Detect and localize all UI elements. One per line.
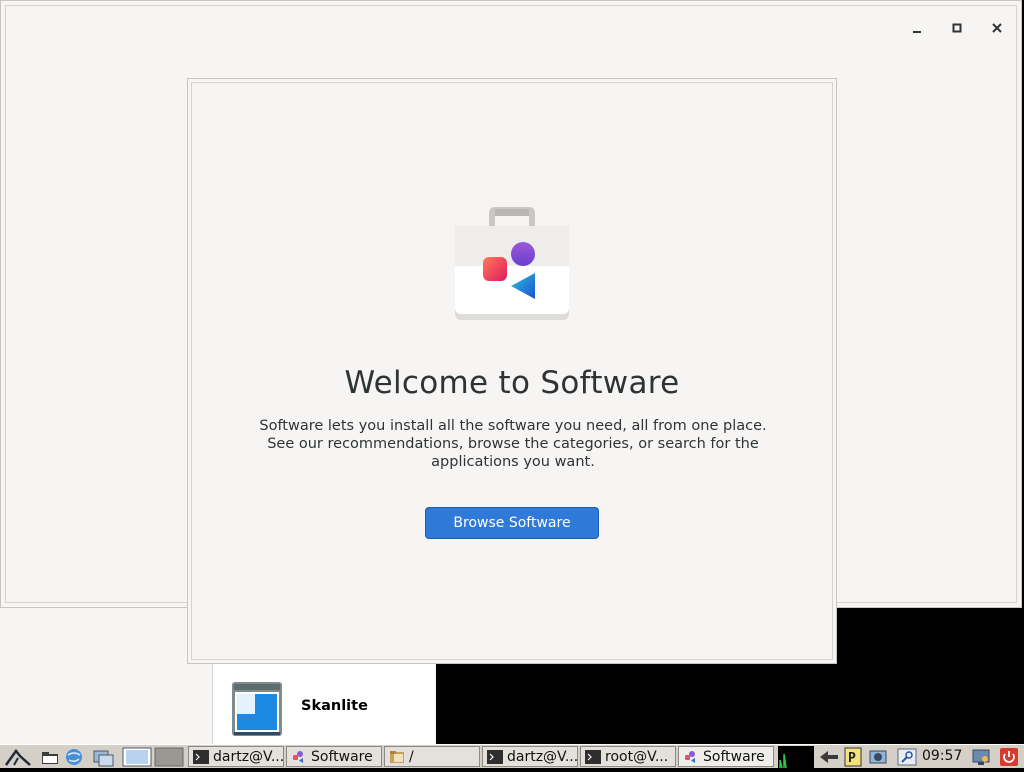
terminal-icon bbox=[487, 749, 503, 764]
workspace-2-icon[interactable] bbox=[154, 747, 184, 767]
start-menu-icon[interactable] bbox=[4, 747, 31, 767]
folder-icon bbox=[389, 750, 405, 764]
network-icon[interactable] bbox=[818, 747, 840, 767]
app-tile-skanlite[interactable]: Skanlite bbox=[212, 664, 435, 744]
user-session-icon[interactable] bbox=[970, 747, 992, 767]
terminal-icon bbox=[585, 749, 601, 764]
task-button[interactable]: root@V... bbox=[580, 746, 676, 767]
skanlite-icon bbox=[231, 681, 283, 737]
task-button-active[interactable]: Software bbox=[678, 746, 774, 767]
search-icon[interactable] bbox=[896, 747, 918, 767]
power-icon[interactable] bbox=[998, 747, 1020, 767]
workspace-switcher-icon[interactable] bbox=[122, 747, 152, 767]
screenshot-tool-icon[interactable] bbox=[868, 747, 890, 767]
clipboard-manager-icon[interactable]: P bbox=[844, 747, 862, 767]
file-manager-icon[interactable] bbox=[40, 747, 60, 767]
task-button[interactable]: Software bbox=[286, 746, 382, 767]
task-label: dartz@V... bbox=[213, 748, 284, 765]
software-icon bbox=[291, 750, 307, 764]
svg-text:P: P bbox=[848, 751, 856, 766]
welcome-title: Welcome to Software bbox=[344, 365, 680, 401]
maximize-icon[interactable] bbox=[947, 18, 967, 38]
taskbar: dartz@V... Software / dartz@V... root@V.… bbox=[0, 744, 1024, 769]
description-line: applications you want. bbox=[431, 454, 595, 470]
task-button[interactable]: dartz@V... bbox=[482, 746, 578, 767]
software-bag-icon bbox=[451, 207, 575, 323]
task-button[interactable]: / bbox=[384, 746, 480, 767]
description-line: See our recommendations, browse the cate… bbox=[267, 436, 759, 452]
welcome-description: Software lets you install all the softwa… bbox=[238, 417, 788, 471]
welcome-dialog: Welcome to Software Software lets you in… bbox=[187, 78, 837, 664]
task-label: dartz@V... bbox=[507, 748, 578, 765]
web-browser-icon[interactable] bbox=[64, 747, 84, 767]
show-desktop-icon[interactable] bbox=[92, 747, 114, 767]
terminal-icon bbox=[193, 749, 209, 764]
app-name: Skanlite bbox=[301, 698, 368, 714]
software-icon bbox=[683, 750, 699, 764]
minimize-icon[interactable] bbox=[907, 18, 927, 38]
close-icon[interactable] bbox=[987, 18, 1007, 38]
task-button[interactable]: dartz@V... bbox=[188, 746, 284, 767]
task-label: root@V... bbox=[605, 748, 669, 765]
description-line: Software lets you install all the softwa… bbox=[259, 418, 767, 434]
browse-software-button[interactable]: Browse Software bbox=[425, 507, 599, 539]
task-label: Software bbox=[703, 748, 765, 765]
task-label: / bbox=[409, 748, 414, 765]
cpu-monitor-graph[interactable] bbox=[778, 746, 814, 769]
task-label: Software bbox=[311, 748, 373, 765]
clock[interactable]: 09:57 bbox=[922, 745, 962, 767]
